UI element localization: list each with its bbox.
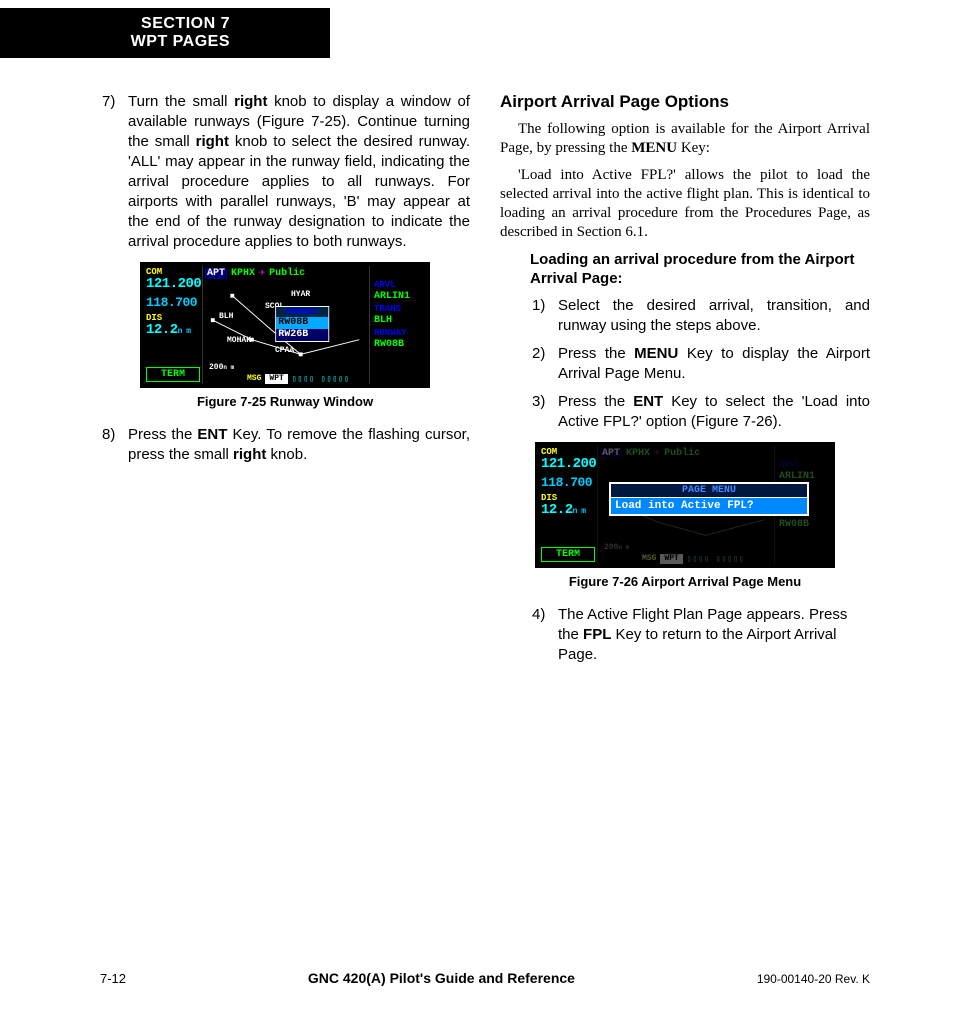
airport-code: KPHX [231, 268, 255, 279]
section-header-tab: SECTION 7 WPT PAGES [0, 8, 330, 58]
gps-left-panel-26: COM121.200 118.700 DIS12.2n m TERM [539, 446, 597, 564]
gps-screenshot-26: COM121.200 118.700 DIS12.2n m TERM APT K… [539, 446, 831, 564]
substep-4-number: 4) [530, 605, 558, 665]
wpt-indicator: WPT [265, 374, 287, 384]
step-7-number: 7) [100, 92, 128, 252]
substep-4-text: The Active Flight Plan Page appears. Pre… [558, 605, 870, 665]
page-menu-popup: PAGE MENU Load into Active FPL? [609, 482, 809, 516]
step-8-number: 8) [100, 425, 128, 465]
arvl-value: ARLIN1 [372, 291, 424, 303]
intro-paragraph-1: The following option is available for th… [500, 120, 870, 158]
substep-1-text: Select the desired arrival, transition, … [558, 296, 870, 336]
substep-2: 2) Press the MENU Key to display the Air… [530, 344, 870, 384]
substep-3-number: 3) [530, 392, 558, 432]
intro-paragraph-2: 'Load into Active FPL?' allows the pilot… [500, 166, 870, 242]
map-label-mohak: MOHAK [227, 336, 251, 345]
substep-3-text: Press the ENT Key to select the 'Load in… [558, 392, 870, 432]
gps-screenshot-25: COM121.200 118.700 DIS12.2n m TERM APT K… [144, 266, 426, 384]
runway-selection-popup: RUNWAY RW08B RW26B [275, 306, 329, 342]
gps-topbar: APT KPHX ✈ Public [203, 266, 369, 280]
gps-left-panel: COM121.200 118.700 DIS12.2n m TERM [144, 266, 202, 384]
figure-7-25-caption: Figure 7-25 Runway Window [100, 394, 470, 409]
section-number: SECTION 7 [141, 15, 230, 33]
figure-7-25: COM121.200 118.700 DIS12.2n m TERM APT K… [140, 262, 430, 388]
airport-arrival-options-heading: Airport Arrival Page Options [500, 92, 870, 112]
gps-bottombar: MSG WPT ▯▯▯▯ ▯▯▯▯▯ [203, 374, 369, 384]
runway-label: RUNWAY [372, 328, 424, 338]
trans-label: TRANS [372, 304, 424, 314]
map-label-cpaa: CPAA [275, 346, 294, 355]
right-column: Airport Arrival Page Options The followi… [500, 92, 870, 673]
gps-map-area: APT KPHX ✈ Public [202, 266, 370, 384]
dis-value: 12.2n m [146, 323, 200, 339]
page-bars: ▯▯▯▯ ▯▯▯▯▯ [292, 374, 350, 384]
document-revision: 190-00140-20 Rev. K [757, 972, 870, 986]
term-indicator: TERM [146, 367, 200, 382]
step-8: 8) Press the ENT Key. To remove the flas… [100, 425, 470, 465]
substep-4: 4) The Active Flight Plan Page appears. … [530, 605, 870, 665]
page-columns: 7) Turn the small right knob to display … [100, 92, 870, 673]
arvl-label: ARVL [372, 280, 424, 290]
runway-option-rw08b: RW08B [276, 317, 328, 329]
figure-7-26: COM121.200 118.700 DIS12.2n m TERM APT K… [535, 442, 835, 568]
document-title: GNC 420(A) Pilot's Guide and Reference [308, 970, 575, 986]
gps-right-panel: ARVL ARLIN1 TRANS BLH RUNWAY RW08B [370, 266, 426, 384]
map-label-hyar: HYAR [291, 290, 310, 299]
map-scale: 200n m [209, 363, 234, 372]
page-menu-title: PAGE MENU [611, 484, 807, 498]
runway-value: RW08B [372, 339, 424, 351]
trans-value: BLH [372, 315, 424, 327]
apt-label: APT [205, 268, 227, 279]
substep-2-number: 2) [530, 344, 558, 384]
runway-popup-header: RUNWAY [276, 307, 328, 317]
substep-2-text: Press the MENU Key to display the Airpor… [558, 344, 870, 384]
section-title: WPT PAGES [131, 33, 230, 51]
substep-1: 1) Select the desired arrival, transitio… [530, 296, 870, 336]
substep-1-number: 1) [530, 296, 558, 336]
com-freq: 121.200 [146, 277, 200, 292]
loading-procedure-subheading: Loading an arrival procedure from the Ai… [530, 250, 870, 288]
msg-indicator: MSG [243, 374, 265, 384]
standby-freq: 118.700 [146, 295, 200, 310]
figure-7-26-caption: Figure 7-26 Airport Arrival Page Menu [500, 574, 870, 589]
step-7: 7) Turn the small right knob to display … [100, 92, 470, 252]
map-label-blh: BLH [219, 312, 233, 321]
step-8-text: Press the ENT Key. To remove the flashin… [128, 425, 470, 465]
runway-option-rw26b: RW26B [276, 329, 328, 341]
substep-3: 3) Press the ENT Key to select the 'Load… [530, 392, 870, 432]
page-number: 7-12 [100, 971, 126, 986]
left-column: 7) Turn the small right knob to display … [100, 92, 470, 673]
airport-icon: ✈ [259, 267, 265, 279]
page-menu-option-load: Load into Active FPL? [611, 498, 807, 514]
page-footer: 7-12 GNC 420(A) Pilot's Guide and Refere… [100, 970, 870, 986]
airport-type: Public [269, 268, 305, 279]
step-7-text: Turn the small right knob to display a w… [128, 92, 470, 252]
